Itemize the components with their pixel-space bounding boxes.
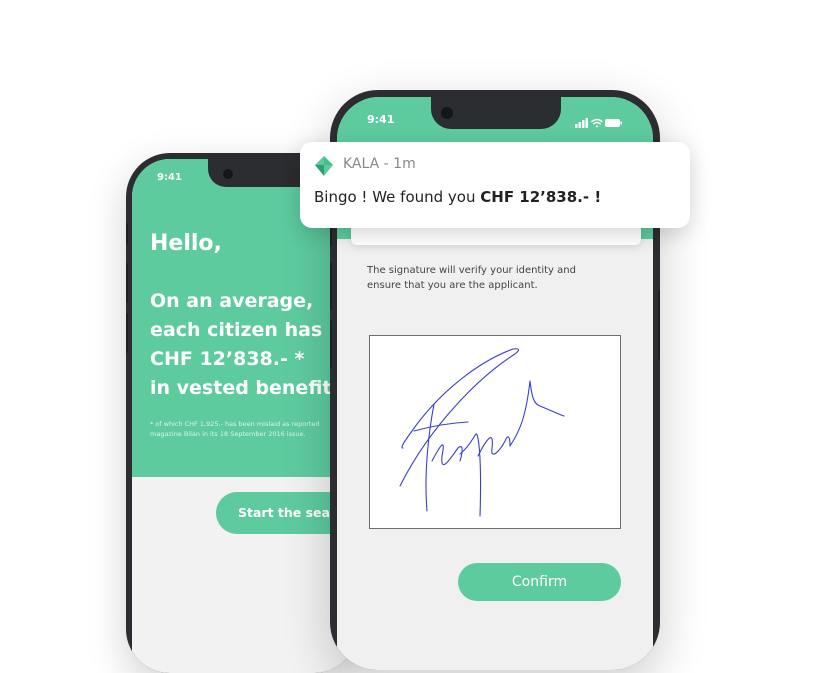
- notification-amount: CHF 12’838.- !: [480, 188, 602, 206]
- wifi-icon: [591, 118, 603, 128]
- average-line: CHF 12’838.- *: [150, 348, 305, 370]
- push-notification[interactable]: KALA - 1m Bingo ! We found you CHF 12’83…: [300, 142, 690, 228]
- left-phone-screen: 9:41 Hello, On an average, each citizen …: [132, 159, 352, 673]
- right-phone-side-button: [330, 320, 332, 368]
- notification-message-text: Bingo ! We found you: [314, 188, 481, 206]
- notification-message: Bingo ! We found you CHF 12’838.- !: [314, 188, 601, 206]
- right-phone-camera-icon: [441, 107, 453, 119]
- left-phone-camera-icon: [223, 169, 233, 179]
- signature-instructions: The signature will verify your identity …: [367, 263, 576, 293]
- right-phone-side-button: [330, 262, 332, 310]
- left-phone-side-button: [126, 223, 128, 245]
- signature-instructions-line: The signature will verify your identity …: [367, 265, 576, 276]
- footnote-line: magazine Bilan in its 18 September 2016 …: [150, 430, 306, 438]
- status-icons: [575, 114, 623, 133]
- left-phone-side-button: [126, 313, 128, 353]
- left-phone: 9:41 Hello, On an average, each citizen …: [126, 153, 358, 673]
- signature-pad[interactable]: [369, 335, 621, 529]
- notification-app-label: KALA - 1m: [343, 156, 416, 172]
- kala-logo-icon: [315, 156, 333, 180]
- left-phone-side-button: [126, 263, 128, 303]
- signal-icon: [575, 118, 588, 128]
- signature-instructions-line: ensure that you are the applicant.: [367, 280, 538, 291]
- average-line: each citizen has: [150, 319, 323, 341]
- battery-icon: [605, 119, 622, 127]
- average-line: On an average,: [150, 290, 314, 312]
- status-time: 9:41: [157, 172, 182, 183]
- average-line: in vested benefit: [150, 377, 332, 399]
- confirm-button[interactable]: Confirm: [458, 563, 621, 601]
- footnote: * of which CHF 1,925.- has been mislaid …: [150, 419, 320, 439]
- signature-drawing: [399, 348, 565, 517]
- hello-heading: Hello,: [150, 231, 222, 256]
- right-phone-power-button: [658, 290, 660, 360]
- status-time: 9:41: [367, 113, 395, 126]
- footnote-line: * of which CHF 1,925.- has been mislaid …: [150, 420, 320, 428]
- average-statement: On an average, each citizen has CHF 12’8…: [150, 287, 331, 403]
